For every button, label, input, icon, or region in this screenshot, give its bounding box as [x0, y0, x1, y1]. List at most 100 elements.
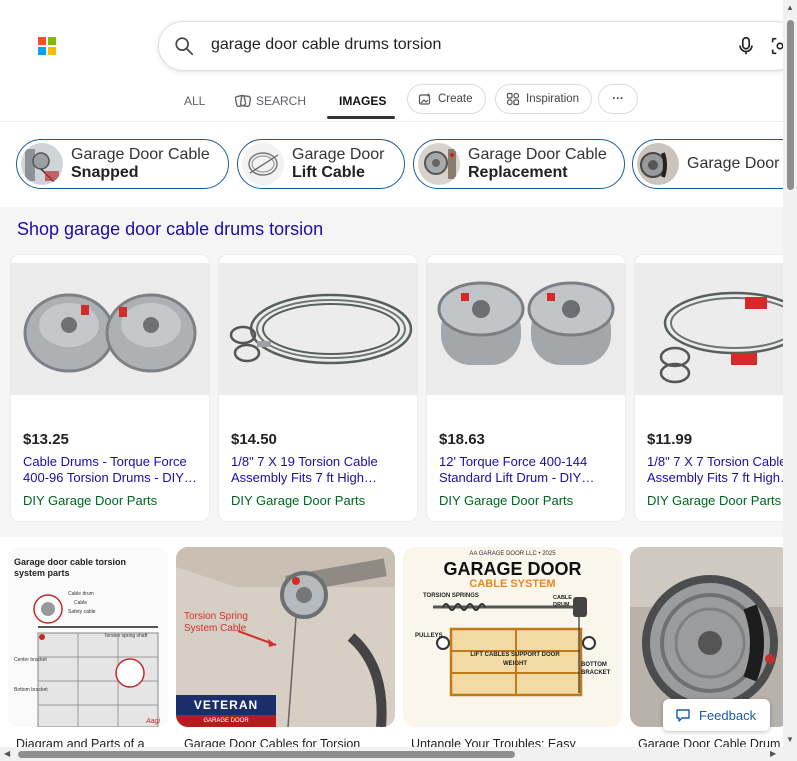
related-chip-garage-door[interactable]: Garage Door	[632, 139, 797, 189]
search-icon[interactable]	[173, 35, 195, 57]
chip-label-top: Garage Door Cable	[468, 146, 607, 163]
chip-label-bottom: Lift Cable	[292, 164, 365, 181]
scroll-up-arrow-icon[interactable]: ▲	[786, 4, 794, 12]
label-lift-cables: LIFT CABLES SUPPORT DOOR WEIGHT	[470, 652, 560, 667]
product-card[interactable]: $11.99 1/8" 7 X 7 Torsion Cable Assembly…	[635, 255, 797, 521]
feedback-label: Feedback	[699, 707, 757, 723]
diagram-label: Bottom bracket	[14, 687, 48, 693]
active-tab-indicator	[327, 116, 395, 119]
product-image	[11, 263, 209, 395]
product-title[interactable]: 1/8" 7 X 7 Torsion Cable Assembly Fits 7…	[647, 454, 797, 486]
diagram-label: Safety cable	[68, 609, 96, 615]
search-input[interactable]: garage door cable drums torsion	[211, 36, 441, 54]
copilot-search-icon	[235, 94, 251, 108]
tab-images[interactable]: IMAGES	[339, 86, 386, 116]
chip-thumbnail	[418, 143, 460, 185]
feedback-icon	[676, 709, 690, 722]
chip-thumbnail	[21, 143, 63, 185]
label-cable-drum: CABLE DRUM	[553, 595, 572, 608]
overlay-text-line1: Torsion Spring	[184, 611, 248, 622]
shop-section-title[interactable]: Shop garage door cable drums torsion	[17, 219, 323, 240]
product-title-line1: 1/8" 7 X 7 Torsion Cable	[647, 454, 787, 469]
product-title[interactable]: 1/8" 7 X 19 Torsion Cable Assembly Fits …	[231, 454, 409, 486]
more-options-button[interactable]: ···	[598, 84, 638, 114]
vertical-scrollbar-thumb[interactable]	[787, 20, 794, 190]
product-title[interactable]: Cable Drums - Torque Force 400-96 Torsio…	[23, 454, 201, 486]
tab-images-label: IMAGES	[339, 94, 387, 108]
diagram-title-line1: Garage door cable torsion	[14, 557, 126, 567]
image-result[interactable]: Garage door cable torsion system parts C…	[8, 547, 168, 761]
product-card[interactable]: $14.50 1/8" 7 X 19 Torsion Cable Assembl…	[219, 255, 417, 521]
product-title-line2: Assembly Fits 7 ft High…	[231, 470, 377, 485]
product-image	[219, 263, 417, 395]
overlay-text-line2: System Cable	[184, 623, 247, 634]
product-title-line2: Assembly Fits 7 ft High…	[647, 470, 793, 485]
inspiration-label: Inspiration	[526, 93, 580, 105]
chip-label-top: Garage Door	[687, 155, 780, 172]
horizontal-scrollbar-thumb[interactable]	[18, 751, 515, 758]
product-image	[427, 263, 625, 395]
product-seller[interactable]: DIY Garage Door Parts	[231, 493, 365, 508]
chip-thumbnail	[242, 143, 284, 185]
related-chip-replacement[interactable]: Garage Door Cable Replacement	[413, 139, 625, 189]
scroll-right-arrow-icon[interactable]: ▶	[770, 750, 776, 758]
search-tabs: ALL SEARCH IMAGES	[0, 80, 797, 120]
inspiration-icon	[506, 92, 520, 106]
product-seller[interactable]: DIY Garage Door Parts	[439, 493, 573, 508]
diagram-label: Center bracket	[14, 657, 47, 663]
label-bottom-bracket: BOTTOM BRACKET	[581, 662, 611, 676]
product-title[interactable]: 12' Torque Force 400-144 Standard Lift D…	[439, 454, 617, 486]
svg-text:Aagi: Aagi	[145, 718, 160, 725]
diagram-label: Cable drum	[68, 591, 94, 597]
product-title-line1: 1/8" 7 X 19 Torsion Cable	[231, 454, 378, 469]
result-image: AA GARAGE DOOR LLC • 2025 GARAGE DOOR CA…	[403, 547, 622, 727]
bing-images-page: garage door cable drums torsion ALL SEAR…	[0, 0, 797, 761]
product-title-line1: 12' Torque Force 400-144	[439, 454, 588, 469]
diagram-label: Torsion spring shaft	[104, 633, 148, 639]
product-price: $13.25	[23, 431, 69, 448]
scroll-left-arrow-icon[interactable]: ◀	[4, 750, 10, 758]
scroll-down-arrow-icon[interactable]: ▼	[786, 736, 794, 744]
label-torsion-springs: TORSION SPRINGS	[423, 593, 479, 599]
tab-search[interactable]: SEARCH	[235, 86, 306, 116]
product-card[interactable]: $13.25 Cable Drums - Torque Force 400-96…	[11, 255, 209, 521]
chip-label-bottom: Snapped	[71, 164, 139, 181]
related-chip-lift-cable[interactable]: Garage Door Lift Cable	[237, 139, 405, 189]
image-create-icon	[418, 93, 431, 105]
shopping-section: Shop garage door cable drums torsion $13…	[0, 207, 797, 537]
label-pulleys: PULLEYS	[415, 633, 443, 639]
inspiration-button[interactable]: Inspiration	[495, 84, 593, 114]
product-title-line1: Cable Drums - Torque Force	[23, 454, 187, 469]
product-image	[635, 263, 797, 395]
tab-all-label: ALL	[184, 94, 206, 108]
result-image: Garage door cable torsion system parts C…	[8, 547, 168, 727]
chip-label-bottom: Replacement	[468, 164, 568, 181]
product-card[interactable]: $18.63 12' Torque Force 400-144 Standard…	[427, 255, 625, 521]
microphone-icon[interactable]	[735, 35, 757, 57]
chip-label-top: Garage Door Cable	[71, 146, 210, 163]
product-price: $11.99	[647, 431, 693, 448]
veteran-logo-sub: GARAGE DOOR	[203, 718, 249, 724]
product-price: $18.63	[439, 431, 485, 448]
related-chip-snapped[interactable]: Garage Door Cable Snapped	[16, 139, 229, 189]
tab-all[interactable]: ALL	[184, 86, 205, 116]
feedback-button[interactable]: Feedback	[663, 699, 770, 731]
product-title-line2: Standard Lift Drum - DIY…	[439, 470, 595, 485]
chip-label-top: Garage Door	[292, 146, 385, 163]
veteran-logo: VETERAN	[193, 698, 259, 712]
product-price: $14.50	[231, 431, 277, 448]
diagram-label: Cable	[74, 600, 87, 606]
image-result[interactable]: AA GARAGE DOOR LLC • 2025 GARAGE DOOR CA…	[403, 547, 622, 761]
product-seller[interactable]: DIY Garage Door Parts	[23, 493, 157, 508]
search-box[interactable]: garage door cable drums torsion	[159, 22, 797, 70]
product-seller[interactable]: DIY Garage Door Parts	[647, 493, 781, 508]
image-result[interactable]: Torsion Spring System Cable VETERAN GARA…	[176, 547, 395, 761]
microsoft-logo-icon[interactable]	[38, 37, 56, 55]
chip-thumbnail	[637, 143, 679, 185]
product-title-line2: 400-96 Torsion Drums - DIY…	[23, 470, 197, 485]
diagram-title-line2: system parts	[14, 568, 70, 578]
header-divider	[0, 121, 797, 122]
create-button[interactable]: Create	[407, 84, 486, 114]
tab-search-label: SEARCH	[256, 94, 307, 108]
more-options-icon: ···	[612, 93, 624, 105]
